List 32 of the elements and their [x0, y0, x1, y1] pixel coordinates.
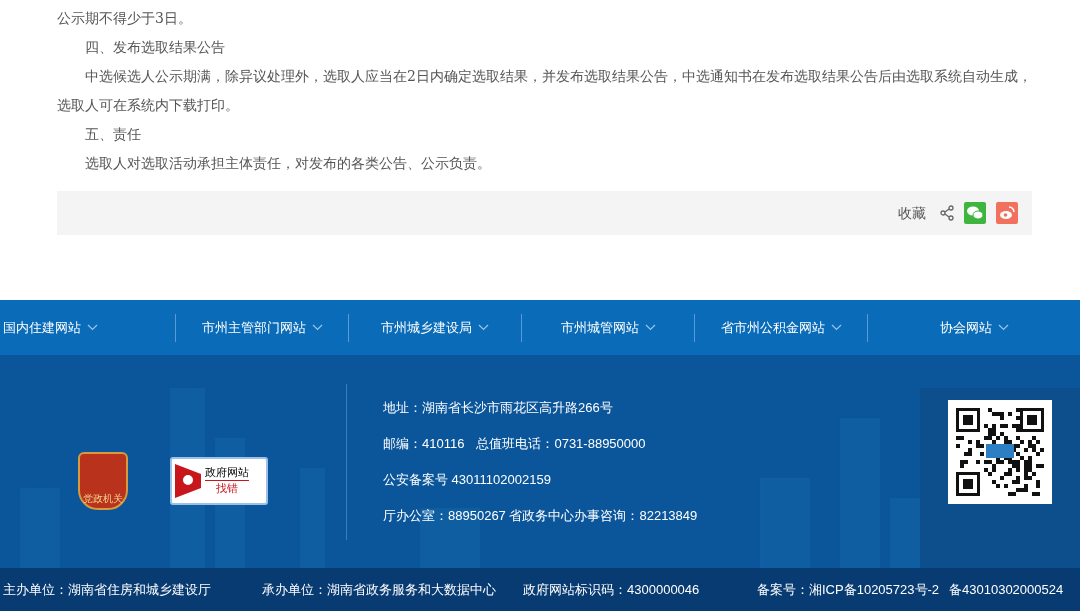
nav-dropdown-link[interactable]: 协会网站 [939, 317, 1009, 338]
footer-info-text: 政府网站标识码：4300000046 [523, 580, 701, 599]
chevron-down-icon [644, 324, 656, 331]
nav-dropdown-link[interactable]: 市州城乡建设局 [381, 317, 489, 338]
chevron-down-icon [830, 324, 842, 331]
contact-info-text: 公安备案号 43011102002159 [383, 471, 551, 489]
article-paragraph: 选取人对选取活动承担主体责任，对发布的各类公告、公示负责。 [84, 154, 492, 173]
article-paragraph: 公示期不得少于3日。 [57, 9, 193, 28]
chevron-down-icon [997, 324, 1009, 331]
contact-info-text: 邮编：410116 [383, 435, 465, 453]
contact-info-text: 总值班电话：0731-88950000 [476, 435, 646, 453]
chevron-down-icon [478, 324, 489, 331]
chevron-down-icon [311, 324, 323, 331]
footer-info-text: 备案号：湘ICP备10205723号-2 [757, 580, 941, 599]
footer-info-text: 备43010302000524 [949, 580, 1065, 599]
footer-info-text: 承办单位：湖南省政务服务和大数据中心 [262, 580, 497, 599]
chat-bubbles-icon[interactable] [964, 202, 986, 224]
footer-info-text: 主办单位：湖南省住房和城乡建设厅 [2, 580, 212, 599]
article-paragraph: 五、责任 [84, 125, 142, 144]
article-paragraph: 中选候选人公示期满，除异议处理外，选取人应当在2日内确定选取结果，并发布选取结果公告，中选通知书在发布选取结果公告后由选取系统自动生成，选取人可在系统内下载打印。 [57, 67, 1032, 115]
nav-dropdown-link[interactable]: 市州城管网站 [560, 317, 656, 338]
nav-dropdown-link[interactable]: 市州主管部门网站 [201, 317, 323, 338]
favorite-link[interactable]: 收藏 [898, 202, 926, 224]
chevron-down-icon [87, 324, 98, 331]
contact-info-text: 厅办公室：88950267 省政务中心办事咨询：82213849 [383, 507, 698, 525]
contact-info-text: 地址：湖南省长沙市雨花区高升路266号 [383, 399, 613, 417]
nav-dropdown-link[interactable]: 国内住建网站 [3, 317, 98, 338]
share-icon[interactable] [940, 205, 954, 221]
error-report-button[interactable]: 政府网站 找错 [170, 456, 268, 505]
nav-dropdown-link[interactable]: 省市州公积金网站 [720, 317, 842, 338]
article-paragraph: 四、发布选取结果公告 [84, 38, 226, 57]
party-badge[interactable]: 党政机关 [78, 451, 128, 510]
